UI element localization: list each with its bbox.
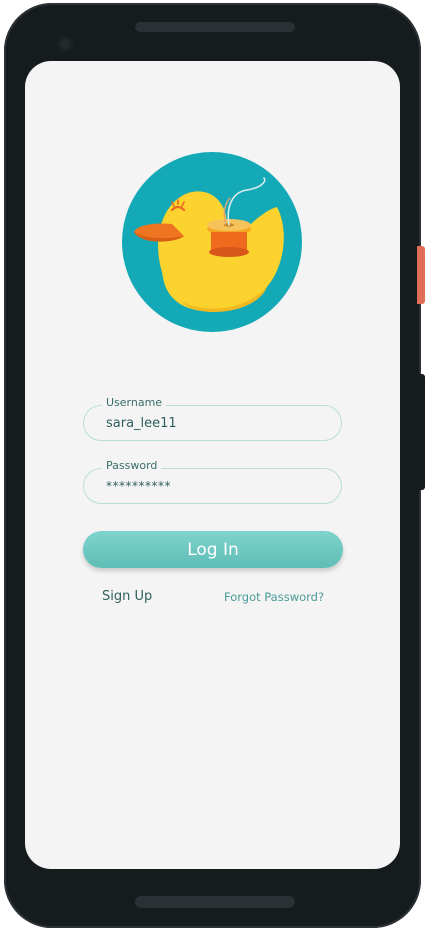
username-input[interactable] [106, 406, 326, 440]
login-button[interactable]: Log In [83, 531, 343, 568]
password-field[interactable]: Password [83, 459, 342, 504]
username-field[interactable]: Username [83, 396, 342, 441]
signup-link[interactable]: Sign Up [102, 589, 152, 604]
forgot-password-link[interactable]: Forgot Password? [224, 590, 324, 604]
volume-button[interactable] [417, 374, 425, 490]
bottom-speaker [135, 896, 295, 908]
password-input[interactable] [106, 469, 326, 503]
top-speaker [135, 22, 295, 32]
power-button[interactable] [417, 246, 425, 304]
front-camera [57, 36, 73, 52]
login-screen: Username Password Log In Sign Up Forgot … [25, 61, 400, 869]
duck-with-spool-logo [122, 152, 302, 332]
